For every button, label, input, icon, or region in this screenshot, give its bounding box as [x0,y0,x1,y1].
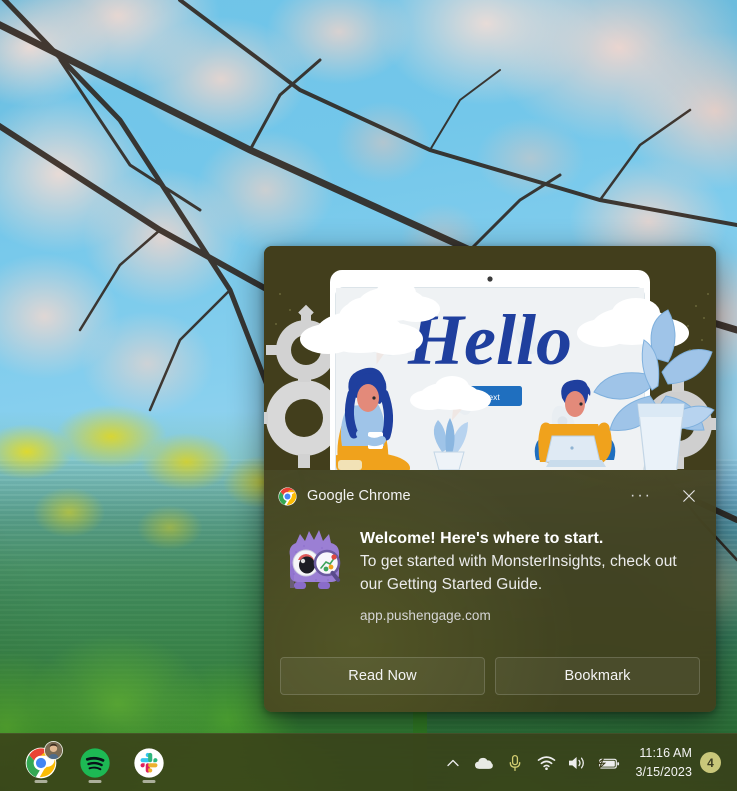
onedrive-button[interactable] [469,743,499,783]
speaker-icon [569,756,585,769]
bookmark-button[interactable]: Bookmark [495,657,700,695]
network-button[interactable] [531,743,561,783]
chevron-up-icon [447,759,460,766]
running-indicator [142,779,156,783]
notification-source: app.pushengage.com [360,607,491,623]
taskbar-clock[interactable]: 11:16 AM 3/15/2023 [623,744,700,781]
notification-more-options-button[interactable]: ··· [624,484,658,508]
volume-button[interactable] [562,743,592,783]
cloud-icon [475,757,494,769]
hello-onboarding-illustration: Hello Next [264,246,716,470]
taskbar-app-chrome[interactable] [20,740,63,786]
avatar [44,740,63,760]
battery-button[interactable] [593,743,623,783]
clock-date: 3/15/2023 [635,764,692,779]
notification-close-button[interactable] [676,485,702,507]
chrome-notification-toast[interactable]: Hello Next Google Chrome ··· Welcome! He… [264,246,716,712]
running-indicator [88,779,102,783]
microphone-icon [510,754,521,771]
spotify-icon [80,747,110,778]
notification-title: Welcome! Here's where to start. [360,530,604,547]
slack-icon [134,747,164,778]
taskbar-app-list [0,740,170,786]
taskbar: 11:16 AM 3/15/2023 4 [0,733,737,791]
battery-charging-icon [597,757,620,769]
wifi-icon [537,755,556,770]
clock-time: 11:16 AM [639,746,692,760]
notification-body: Welcome! Here's where to start. To get s… [264,514,716,657]
taskbar-system-tray [438,743,623,783]
close-icon [683,490,695,502]
show-hidden-icons-button[interactable] [438,743,468,783]
taskbar-app-spotify[interactable] [74,740,116,786]
notification-header: Google Chrome ··· [264,470,716,514]
notification-count-badge[interactable]: 4 [700,752,721,773]
read-now-button[interactable]: Read Now [280,657,485,695]
notification-app-name: Google Chrome [307,488,411,504]
notification-text-block: Welcome! Here's where to start. To get s… [360,524,698,657]
chrome-icon [278,486,297,506]
microphone-button[interactable] [500,743,530,783]
notification-description: To get started with MonsterInsights, che… [360,553,677,593]
running-indicator [34,779,48,783]
notification-hero-image: Hello Next [264,246,716,470]
taskbar-app-slack[interactable] [128,740,170,786]
monsterinsights-mascot-icon [282,530,346,594]
notification-actions: Read Now Bookmark [264,657,716,712]
